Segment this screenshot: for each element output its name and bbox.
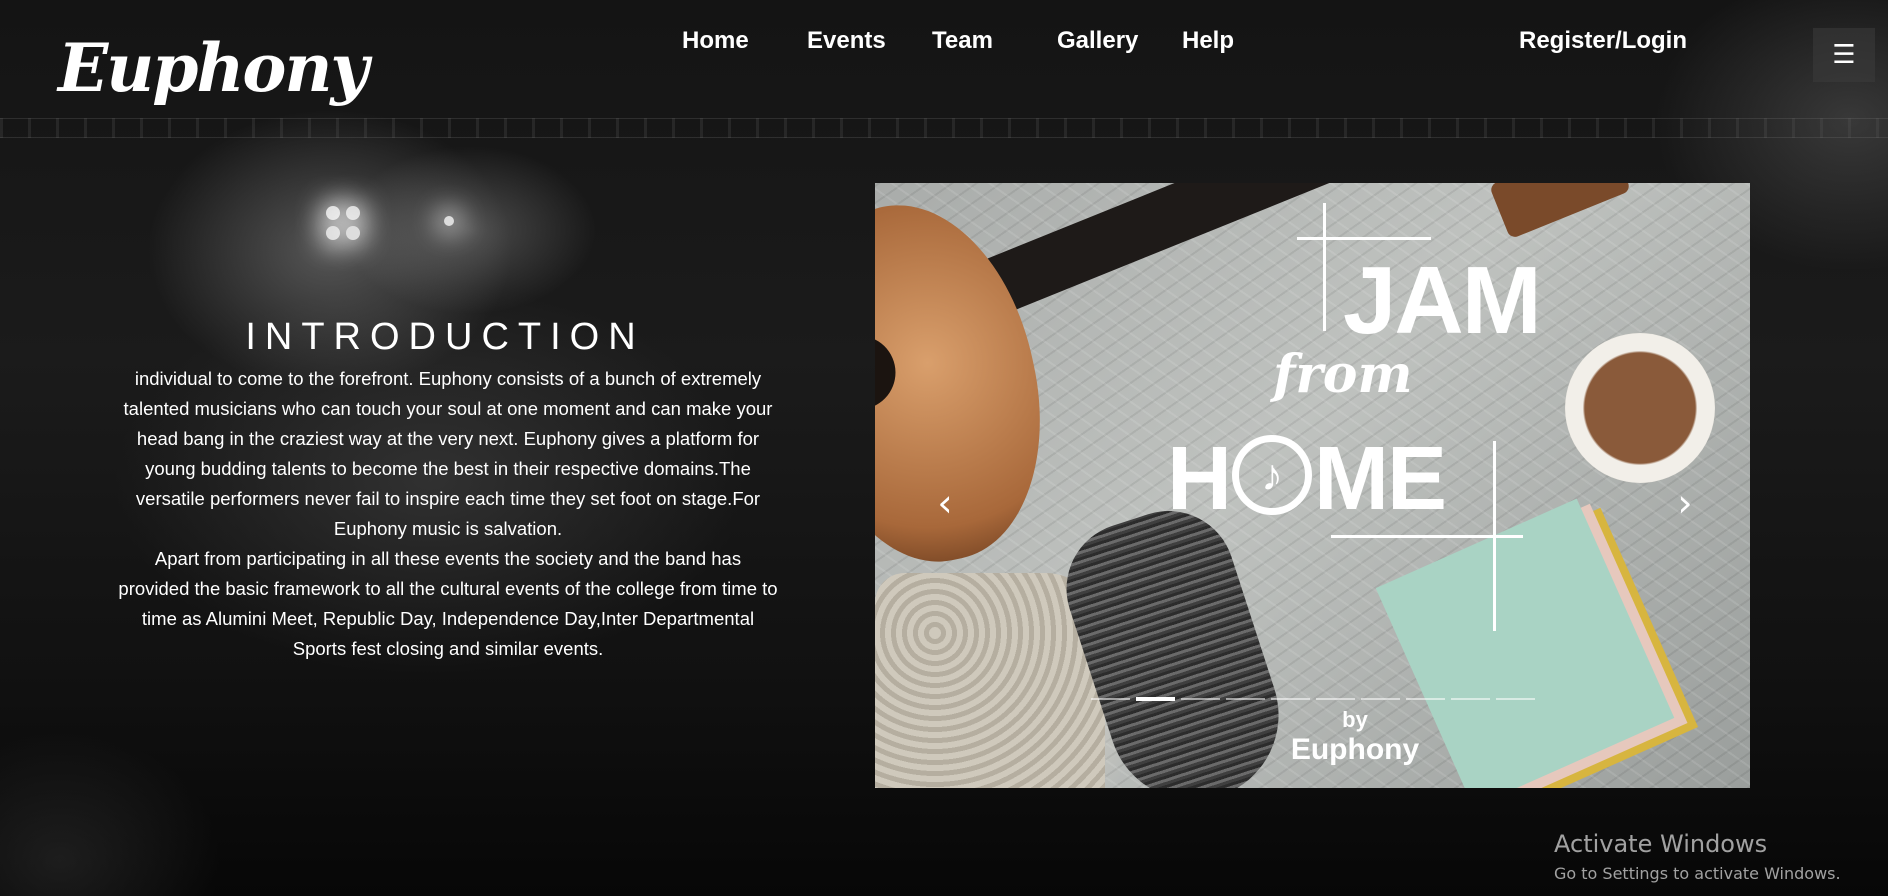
logo[interactable]: Euphony [58, 28, 369, 108]
guitar-head [1488, 183, 1632, 240]
carousel-indicator[interactable] [1316, 698, 1355, 700]
frame-line [1331, 535, 1523, 538]
image-carousel[interactable]: JAM from HME by Euphony ‹ › [875, 183, 1750, 788]
intro-title: INTRODUCTION [245, 316, 645, 358]
slide-title-from: from [1273, 344, 1413, 405]
register-login-link[interactable]: Register/Login [1519, 24, 1687, 58]
carousel-indicator[interactable] [1181, 698, 1220, 700]
carousel-indicator[interactable] [1226, 698, 1265, 700]
chevron-left-icon: ‹ [937, 481, 953, 525]
nav-events[interactable]: Events [807, 24, 886, 58]
carousel-indicators [1091, 695, 1535, 703]
stage-truss [0, 118, 1888, 138]
slide-title-jam: JAM [1343, 247, 1542, 354]
frame-line [1323, 203, 1326, 331]
nav-team[interactable]: Team [932, 24, 993, 58]
carousel-indicator[interactable] [1091, 698, 1130, 700]
coffee-mug [1565, 333, 1715, 483]
carousel-indicator[interactable] [1271, 698, 1310, 700]
activate-windows-subtitle: Go to Settings to activate Windows. [1554, 864, 1841, 883]
slide-title-home: HME [1167, 431, 1447, 527]
intro-paragraph: individual to come to the forefront. Eup… [123, 368, 773, 539]
activate-windows-title: Activate Windows [1554, 830, 1768, 858]
chevron-right-icon: › [1677, 481, 1693, 525]
stage-light [346, 206, 360, 220]
intro-paragraph: Apart from participating in all these ev… [118, 548, 778, 659]
stage-light [326, 226, 340, 240]
nav-home[interactable]: Home [682, 24, 749, 58]
stage-light [326, 206, 340, 220]
carousel-indicator[interactable] [1136, 697, 1175, 701]
stage-light [444, 216, 454, 226]
slide-by: by [1342, 707, 1368, 732]
carousel-indicator[interactable] [1451, 698, 1490, 700]
menu-button[interactable]: ☰ [1813, 28, 1875, 82]
frame-line [1297, 237, 1431, 240]
carousel-prev-button[interactable]: ‹ [925, 483, 965, 523]
stage-light [346, 226, 360, 240]
carousel-indicator[interactable] [1406, 698, 1445, 700]
hamburger-icon: ☰ [1832, 40, 1856, 70]
guitar-o-icon [1232, 435, 1312, 515]
nav-help[interactable]: Help [1182, 24, 1234, 58]
carousel-next-button[interactable]: › [1665, 483, 1705, 523]
carousel-indicator[interactable] [1361, 698, 1400, 700]
slide-brand: Euphony [1290, 733, 1420, 766]
intro-text: individual to come to the forefront. Eup… [118, 364, 778, 664]
carousel-indicator[interactable] [1496, 698, 1535, 700]
nav-gallery[interactable]: Gallery [1057, 24, 1138, 58]
